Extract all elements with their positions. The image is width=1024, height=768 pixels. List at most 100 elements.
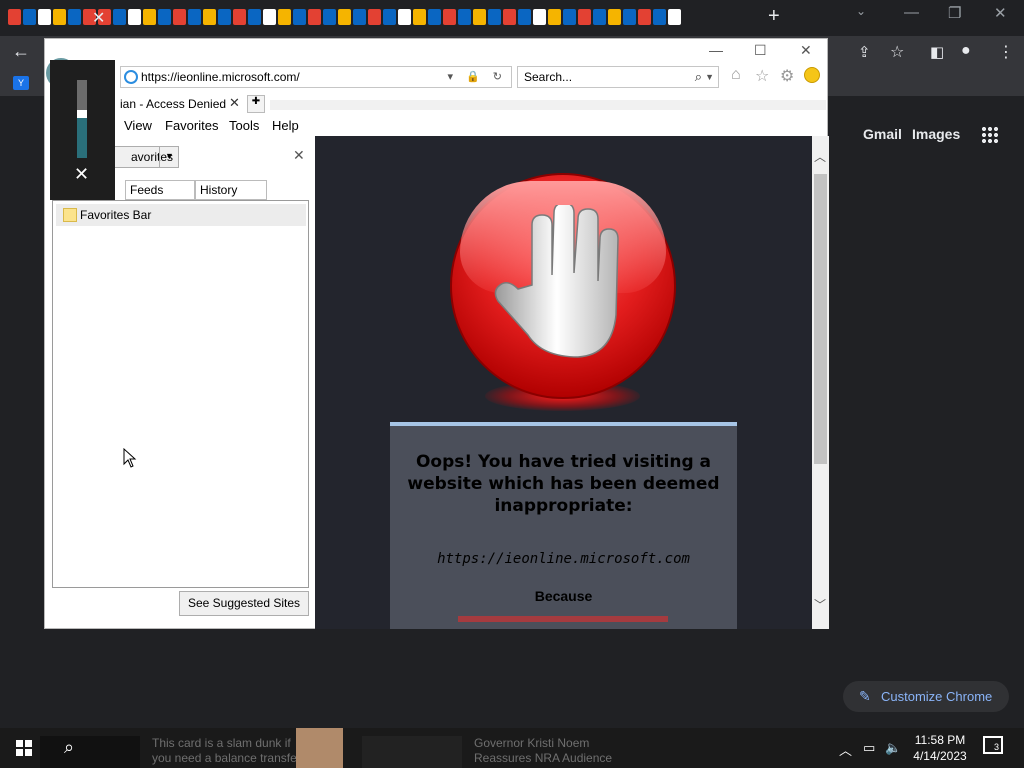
images-link[interactable]: Images [912,126,960,142]
menu-help[interactable]: Help [272,118,299,133]
pinned-tab-icon[interactable] [8,9,21,25]
tab-history[interactable]: History [195,180,267,200]
pinned-tab-icon[interactable] [128,9,141,25]
pinned-tab-icon[interactable] [68,9,81,25]
tab-search-icon[interactable]: ⌄ [856,4,866,18]
scroll-up-icon[interactable]: ︿ [814,148,826,165]
pinned-tab-icon[interactable] [473,9,486,25]
pinned-tab-icon[interactable] [113,9,126,25]
pinned-tab-icon[interactable] [338,9,351,25]
menu-favorites[interactable]: Favorites [165,118,218,133]
address-bar[interactable]: https://ieonline.microsoft.com/ ▾ 🔒 ↻ [120,66,512,88]
pinned-tab-icon[interactable] [518,9,531,25]
scroll-down-icon[interactable]: ﹀ [814,596,826,613]
volume-icon[interactable]: 🔈 [885,740,901,756]
pinned-tab-icon[interactable] [353,9,366,25]
pinned-tab-icon[interactable] [458,9,471,25]
pinned-tab-icon[interactable] [218,9,231,25]
pinned-tab-icon[interactable] [578,9,591,25]
share-icon[interactable]: ⇪ [858,43,871,61]
pinned-tab-icon[interactable] [23,9,36,25]
pinned-tab-icon[interactable] [278,9,291,25]
pinned-tab-icon[interactable] [593,9,606,25]
pinned-tab-icon[interactable] [503,9,516,25]
pinned-tab-icon[interactable] [533,9,546,25]
pinned-tab-icon[interactable] [383,9,396,25]
scrollbar-thumb[interactable] [814,174,827,464]
pinned-tab-icon[interactable] [443,9,456,25]
bookmark-star-icon[interactable]: ☆ [890,42,904,62]
new-tab-button[interactable]: + [768,5,780,28]
chrome-menu-icon[interactable]: ⋮ [998,42,1014,62]
pinned-tab-icon[interactable] [38,9,51,25]
system-clock[interactable]: 11:58 PM 4/14/2023 [905,732,975,764]
home-icon[interactable]: ⌂ [731,66,741,84]
news-item[interactable]: Governor Kristi Noem Reassures NRA Audie… [474,736,612,766]
windows-start-icon[interactable] [16,740,32,756]
pinned-tab-icon[interactable] [188,9,201,25]
ie-maximize-button[interactable]: ☐ [754,42,767,59]
chevron-down-icon[interactable]: ▼ [159,146,179,168]
favorites-star-icon[interactable]: ☆ [755,66,769,86]
pinned-tab-icon[interactable] [668,9,681,25]
pinned-tab-icon[interactable] [563,9,576,25]
list-item[interactable]: Favorites Bar [56,204,306,226]
tab-access-denied[interactable]: ian - Access Denied [120,94,240,114]
bookmark-yammer-icon[interactable]: Y [13,76,29,90]
pinned-tab-icon[interactable] [548,9,561,25]
tab-close-icon[interactable]: ✕ [229,95,240,111]
pinned-tab-icon[interactable] [398,9,411,25]
chevron-up-icon[interactable]: ︿ [839,740,852,759]
ie-close-button[interactable]: ✕ [800,42,812,59]
network-icon[interactable]: ▭ [863,740,875,756]
address-actions[interactable]: ▾ 🔒 ↻ [447,67,507,87]
tab-feeds[interactable]: Feeds [125,180,195,200]
search-icon[interactable]: ⌕ [64,737,74,758]
news-item[interactable]: This card is a slam dunk if you need a b… [152,736,301,766]
customize-chrome-button[interactable]: ✎ Customize Chrome [843,681,1009,712]
menu-tools[interactable]: Tools [229,118,259,133]
pinned-tab-icon[interactable] [413,9,426,25]
pinned-tab-icon[interactable] [428,9,441,25]
pinned-tab-icon[interactable] [323,9,336,25]
pinned-tab-icon[interactable] [623,9,636,25]
side-panel-icon[interactable]: ◧ [930,43,944,61]
pinned-tab-icon[interactable] [143,9,156,25]
new-tab-icon[interactable]: ✚ [247,95,265,113]
google-apps-icon[interactable] [981,126,999,144]
ie-minimize-button[interactable]: — [709,42,723,58]
pinned-tab-icon[interactable] [233,9,246,25]
notification-center-icon[interactable]: 3 [983,736,1003,754]
chevron-down-icon[interactable]: ▼ [705,67,714,87]
pinned-tab-icon[interactable] [53,9,66,25]
news-thumbnail[interactable] [362,736,462,768]
gear-icon[interactable]: ⚙ [780,66,794,86]
search-input[interactable]: Search... ⌕ ▼ [517,66,719,88]
pinned-tab-icon[interactable] [368,9,381,25]
pinned-tab-icon[interactable] [173,9,186,25]
tab-close-icon[interactable]: ✕ [92,8,105,28]
close-icon[interactable]: ✕ [293,147,305,164]
pinned-tab-icon[interactable] [653,9,666,25]
news-thumbnail[interactable] [40,736,140,768]
search-icon[interactable]: ⌕ [695,67,702,87]
profile-icon[interactable]: ● [961,42,971,60]
pinned-tab-icon[interactable] [308,9,321,25]
pinned-tab-icon[interactable] [638,9,651,25]
pinned-tab-icon[interactable] [608,9,621,25]
window-restore-button[interactable]: ❐ [948,4,961,22]
news-thumbnail[interactable] [296,728,343,768]
menu-view[interactable]: View [124,118,152,133]
pinned-tab-icon[interactable] [158,9,171,25]
window-close-button[interactable]: ✕ [994,4,1007,22]
pinned-tab-icon[interactable] [203,9,216,25]
pinned-tab-icon[interactable] [488,9,501,25]
pinned-tab-icon[interactable] [263,9,276,25]
feedback-smiley-icon[interactable] [804,67,820,83]
window-minimize-button[interactable]: — [904,4,919,21]
pinned-tab-icons[interactable] [8,9,748,25]
volume-slider-handle[interactable] [77,110,87,118]
back-arrow-icon[interactable]: ← [12,41,30,62]
pinned-tab-icon[interactable] [248,9,261,25]
see-suggested-sites-button[interactable]: See Suggested Sites [179,591,309,616]
